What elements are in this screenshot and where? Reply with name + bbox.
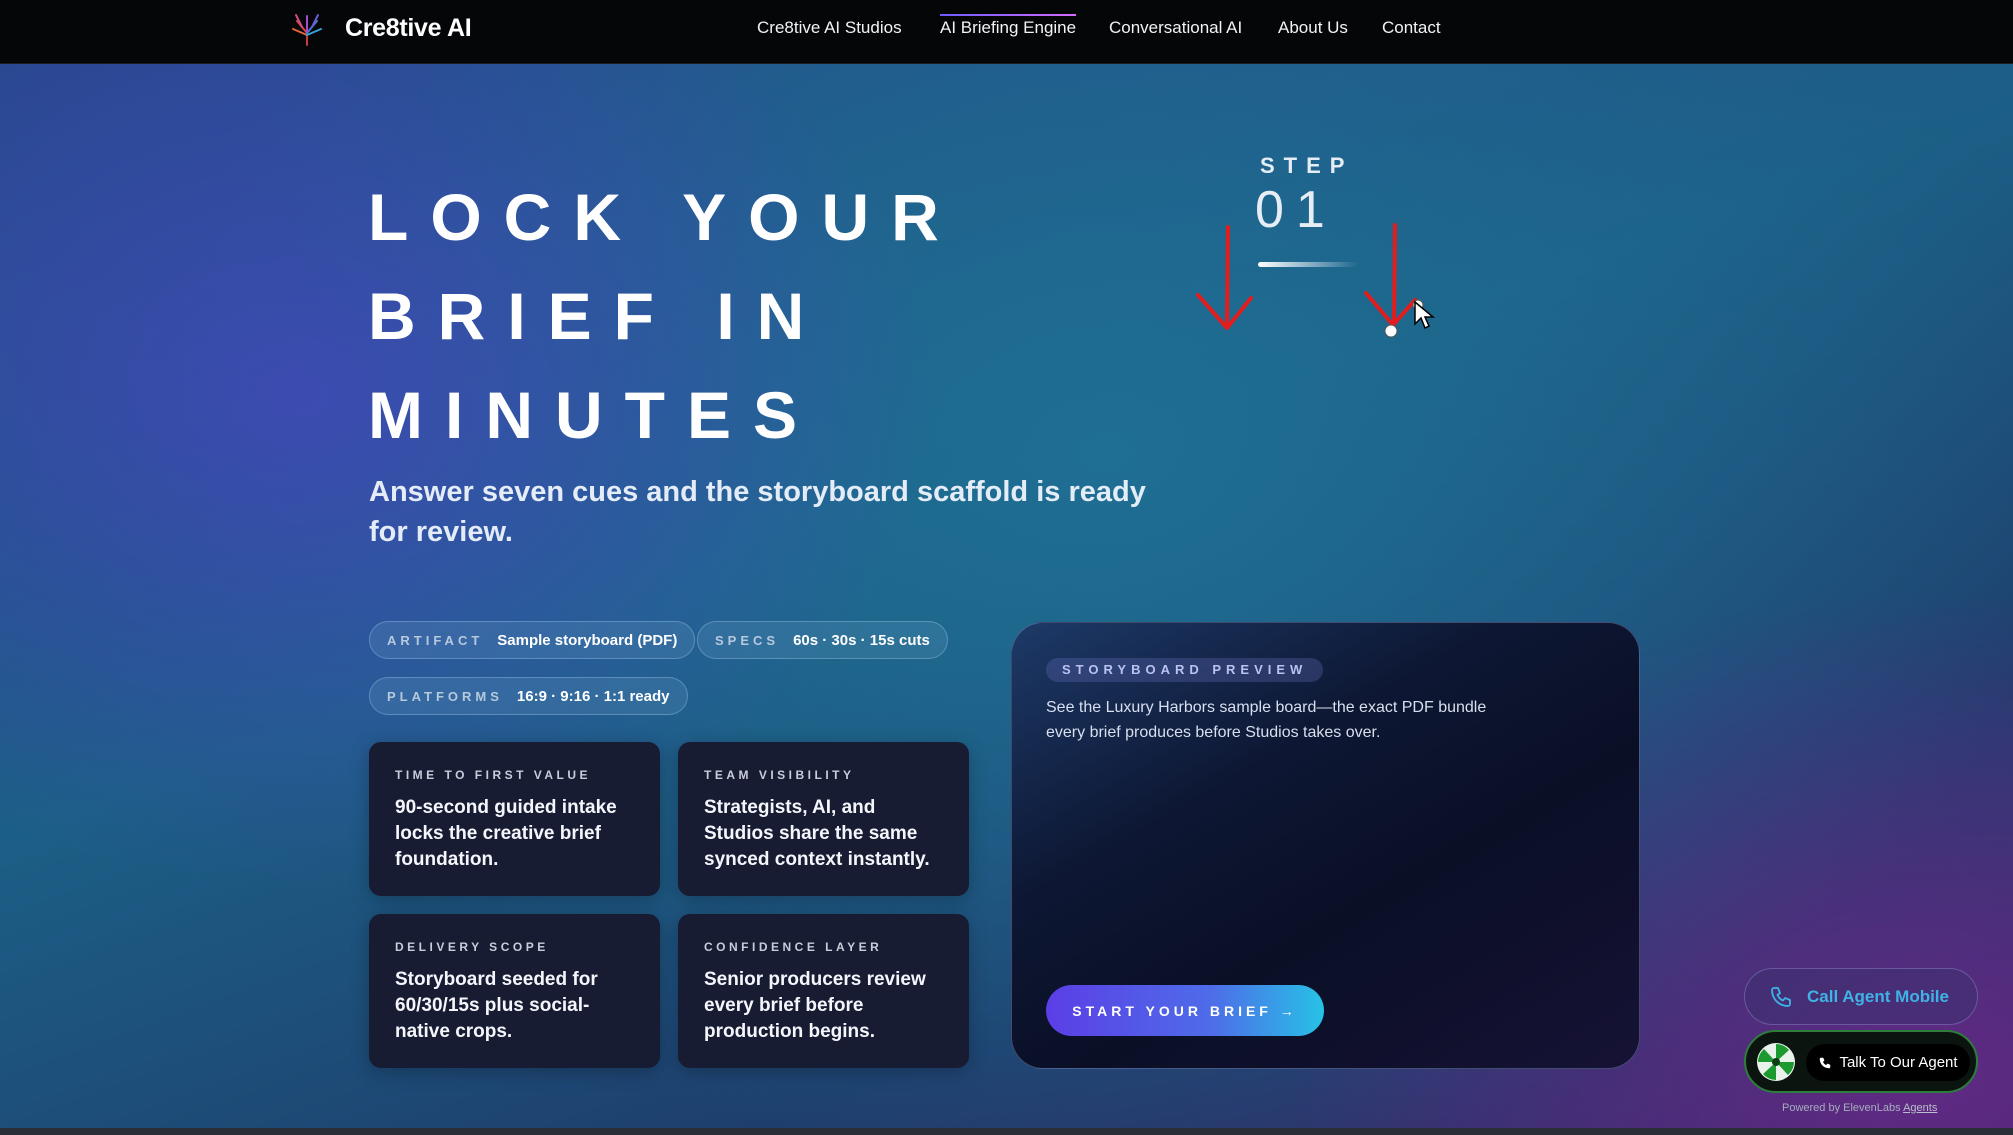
nav-link-about-us[interactable]: About Us — [1278, 18, 1348, 38]
call-agent-mobile-label: Call Agent Mobile — [1807, 986, 1949, 1006]
storyboard-preview-panel: STORYBOARD PREVIEW See the Luxury Harbor… — [1011, 622, 1640, 1069]
feature-card-time-to-value: TIME TO FIRST VALUE 90-second guided int… — [369, 742, 660, 896]
hero-subtitle: Answer seven cues and the storyboard sca… — [369, 476, 1146, 548]
talk-to-agent-button[interactable]: Talk To Our Agent — [1806, 1044, 1970, 1081]
hero-title-line: BRIEF IN — [368, 279, 827, 353]
annotation-arrow-left — [1225, 225, 1230, 329]
feature-card-confidence-layer: CONFIDENCE LAYER Senior producers review… — [678, 914, 969, 1068]
pill-key: ARTIFACT — [387, 632, 484, 648]
nav-link-contact[interactable]: Contact — [1382, 18, 1441, 38]
card-kicker: CONFIDENCE LAYER — [704, 940, 883, 954]
card-body: Strategists, AI, and Studios share the s… — [704, 797, 930, 870]
bottom-strip — [0, 1128, 2013, 1135]
tree-logo-icon[interactable] — [288, 11, 326, 49]
hero-title-line: LOCK YOUR — [368, 180, 961, 254]
preview-tag: STORYBOARD PREVIEW — [1046, 658, 1324, 682]
card-kicker: TIME TO FIRST VALUE — [395, 768, 592, 782]
card-body: 90-second guided intake locks the creati… — [395, 797, 617, 870]
feature-card-team-visibility: TEAM VISIBILITY Strategists, AI, and Stu… — [678, 742, 969, 896]
feature-card-delivery-scope: DELIVERY SCOPE Storyboard seeded for 60/… — [369, 914, 660, 1068]
start-brief-button[interactable]: START YOUR BRIEF → — [1046, 985, 1324, 1036]
powered-by-text: Powered by ElevenLabs Agents — [1782, 1102, 1937, 1114]
card-kicker: DELIVERY SCOPE — [395, 940, 549, 954]
pill-artifact: ARTIFACT Sample storyboard (PDF) — [369, 621, 696, 659]
voice-agent-widget: Talk To Our Agent — [1744, 1030, 1978, 1093]
hero-title-line: MINUTES — [368, 378, 819, 452]
card-kicker: TEAM VISIBILITY — [704, 768, 855, 782]
pill-value: Sample storyboard (PDF) — [497, 631, 678, 649]
powered-by-link[interactable]: Agents — [1903, 1102, 1937, 1114]
pill-value: 16:9 · 9:16 · 1:1 ready — [516, 687, 670, 705]
pill-value: 60s · 30s · 15s cuts — [793, 631, 930, 649]
annotation-arrow-right — [1392, 223, 1397, 325]
preview-description: See the Luxury Harbors sample board—the … — [1046, 699, 1487, 741]
pill-key: PLATFORMS — [387, 688, 503, 704]
annotation-arrows — [1196, 223, 1424, 338]
nav-link-studios[interactable]: Cre8tive AI Studios — [757, 18, 902, 38]
mouse-cursor-icon — [1414, 300, 1436, 330]
agent-orb-icon[interactable] — [1756, 1042, 1796, 1082]
pill-specs: SPECS 60s · 30s · 15s cuts — [697, 621, 948, 659]
phone-icon — [1820, 1057, 1831, 1068]
nav-link-briefing-engine[interactable]: AI Briefing Engine — [940, 14, 1077, 38]
card-body: Senior producers review every brief befo… — [704, 969, 926, 1042]
talk-to-agent-label: Talk To Our Agent — [1839, 1054, 1958, 1071]
phone-icon — [1771, 986, 1791, 1007]
powered-by-prefix: Powered by ElevenLabs — [1782, 1102, 1904, 1114]
top-nav: Cre8tive AI Cre8tive AI Studios AI Brief… — [0, 0, 2013, 64]
pill-key: SPECS — [715, 632, 780, 648]
pill-platforms: PLATFORMS 16:9 · 9:16 · 1:1 ready — [369, 677, 688, 715]
nav-link-conversational-ai[interactable]: Conversational AI — [1109, 18, 1242, 38]
brand-name[interactable]: Cre8tive AI — [345, 14, 472, 43]
hero-title: LOCK YOUR BRIEF IN MINUTES — [368, 168, 1068, 465]
card-body: Storyboard seeded for 60/30/15s plus soc… — [395, 969, 598, 1042]
call-agent-mobile-button[interactable]: Call Agent Mobile — [1744, 968, 1978, 1025]
step-label: STEP — [1260, 153, 1354, 178]
